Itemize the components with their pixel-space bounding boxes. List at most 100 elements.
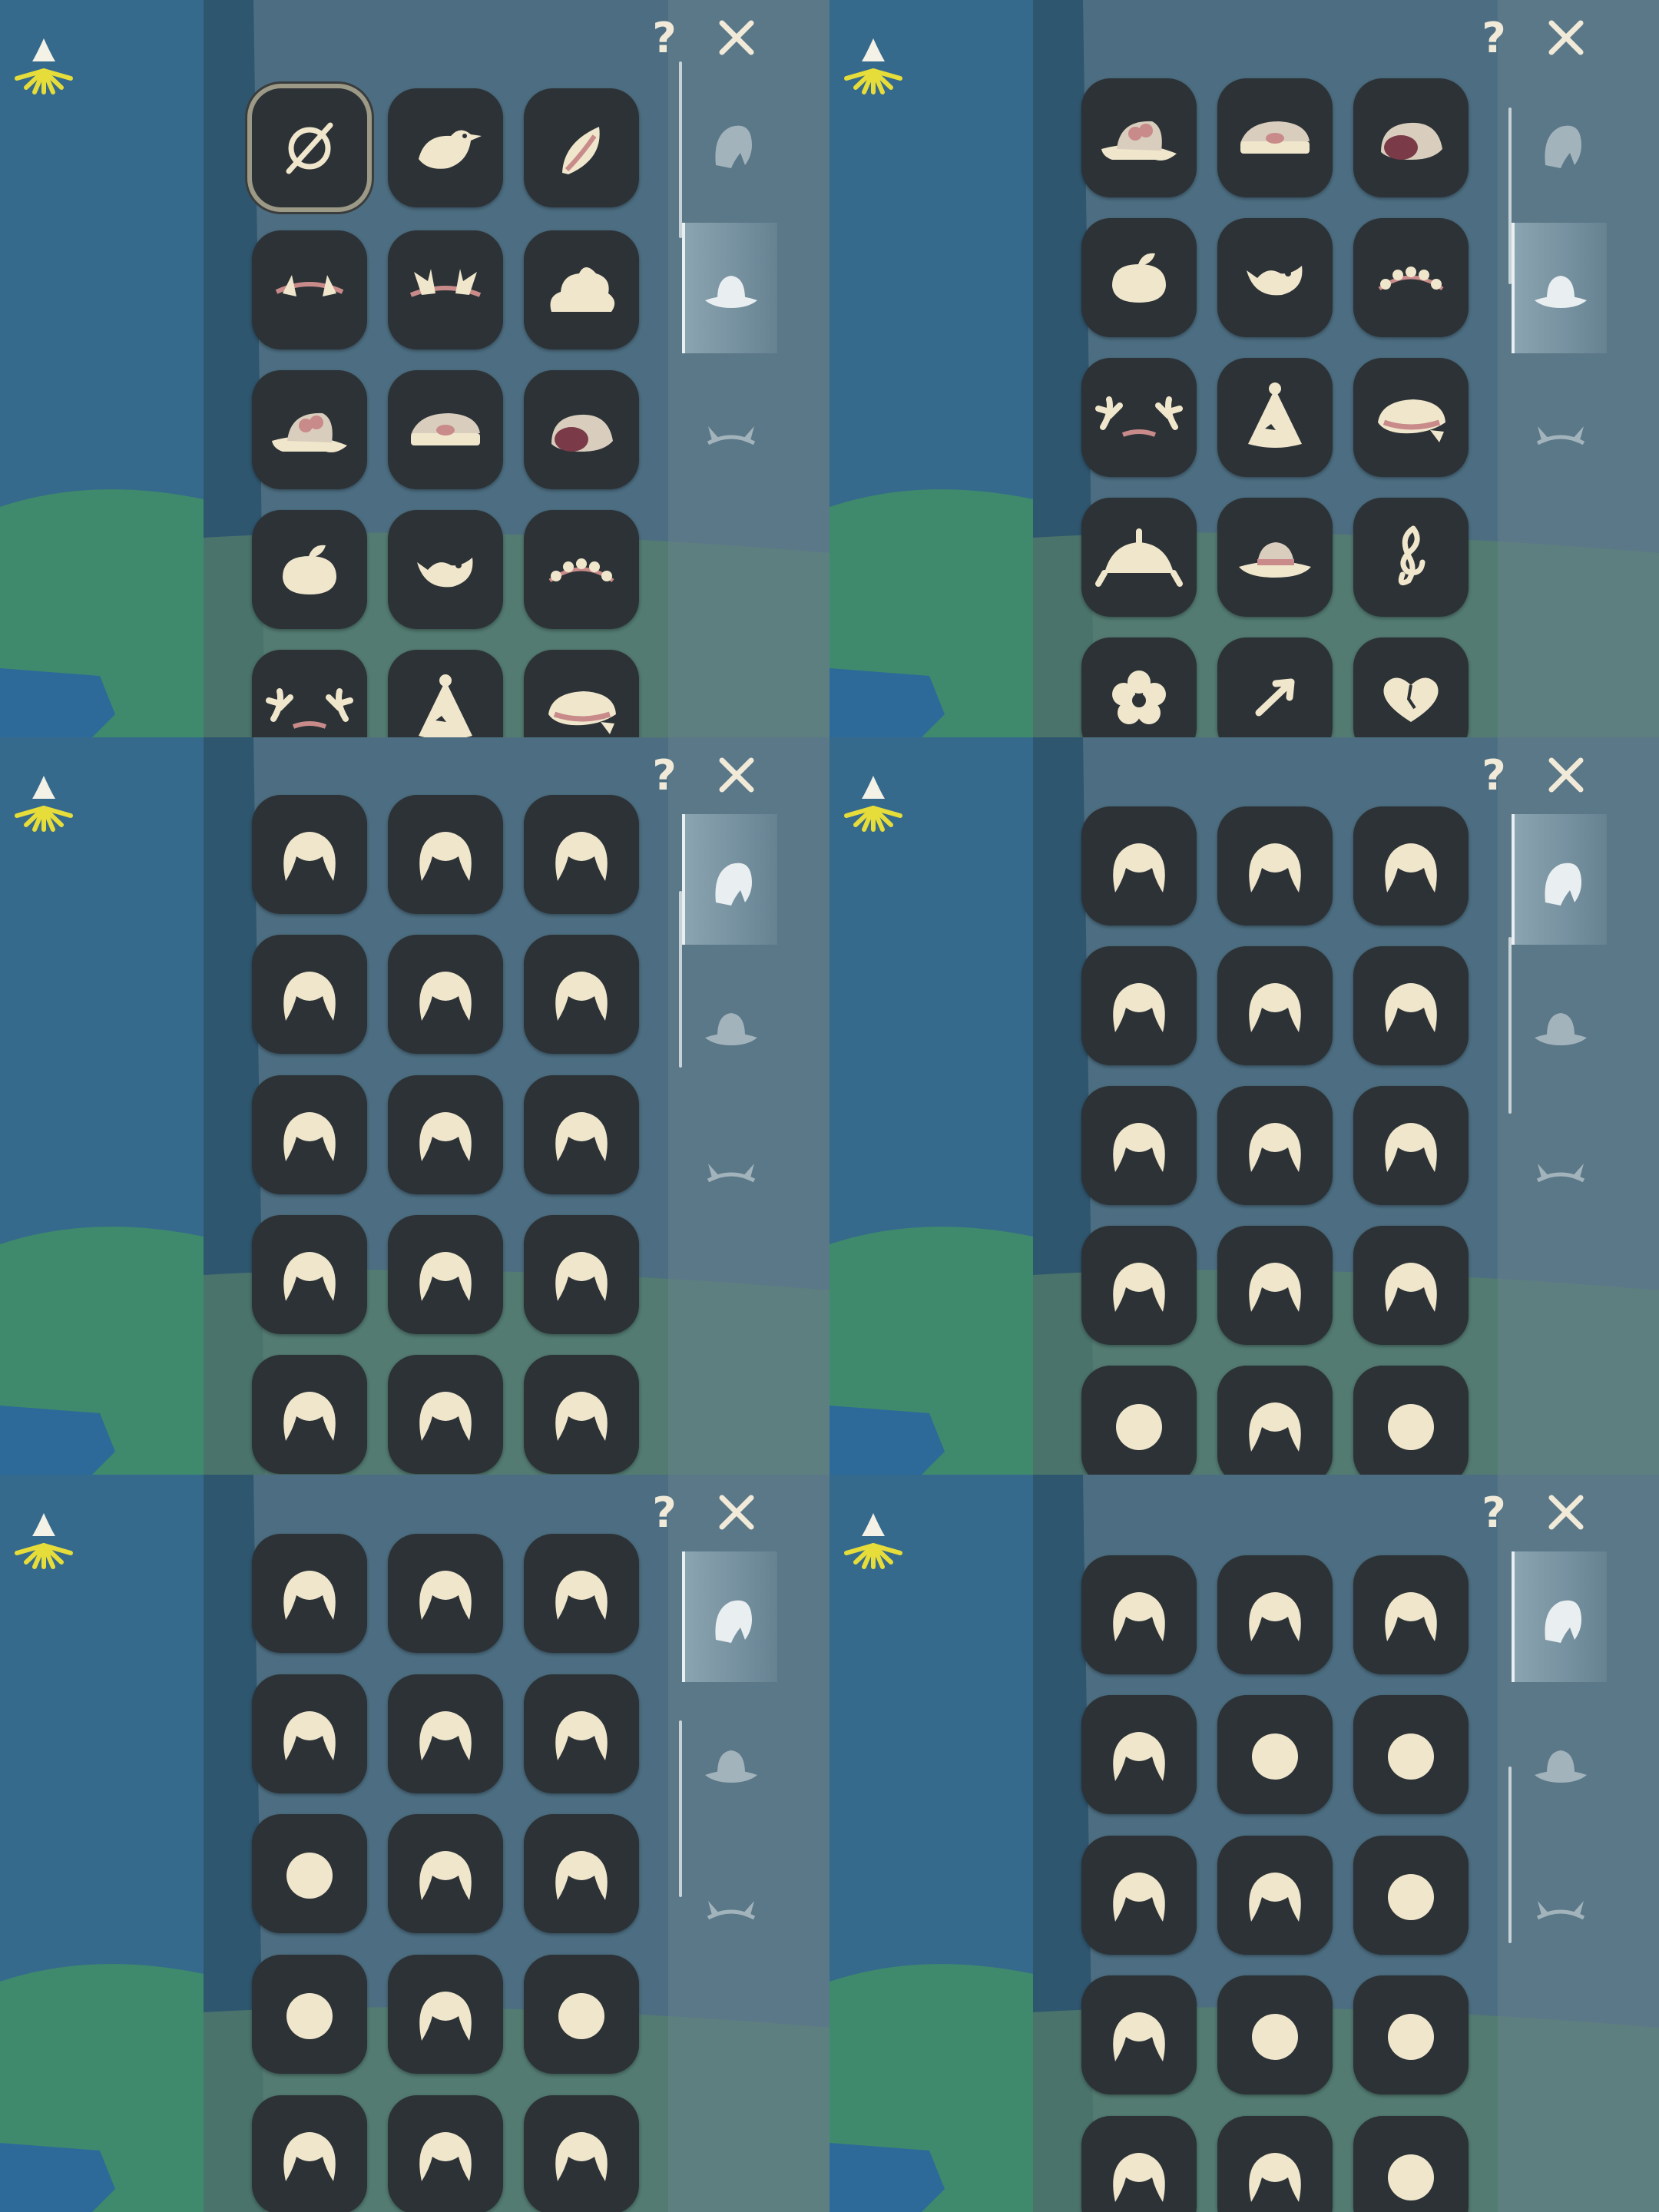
item-slot[interactable] — [1081, 1086, 1197, 1205]
item-slot[interactable] — [524, 2095, 639, 2212]
item-slot[interactable] — [388, 1075, 503, 1194]
hair-tab[interactable] — [1512, 77, 1607, 207]
item-slot[interactable] — [1353, 946, 1469, 1065]
item-slot[interactable] — [1353, 1366, 1469, 1475]
item-slot[interactable] — [524, 370, 639, 489]
item-slot[interactable] — [1081, 1836, 1197, 1955]
item-slot[interactable] — [252, 1075, 367, 1194]
item-slot[interactable] — [252, 935, 367, 1054]
hat-tab[interactable] — [682, 223, 777, 353]
item-slot[interactable] — [524, 510, 639, 629]
item-slot[interactable] — [1081, 946, 1197, 1065]
hat-tab[interactable] — [682, 960, 777, 1091]
item-slot[interactable] — [388, 230, 503, 349]
item-slot[interactable] — [252, 1674, 367, 1793]
item-slot[interactable] — [388, 2095, 503, 2212]
scrollbar[interactable] — [1508, 937, 1512, 1114]
item-slot[interactable] — [524, 1534, 639, 1653]
item-slot[interactable] — [388, 1355, 503, 1474]
item-slot[interactable] — [252, 650, 367, 737]
item-slot[interactable] — [1081, 2116, 1197, 2212]
item-slot[interactable] — [1217, 1836, 1333, 1955]
item-slot[interactable] — [524, 795, 639, 914]
item-slot[interactable] — [524, 1075, 639, 1194]
item-slot[interactable] — [388, 1674, 503, 1793]
item-slot[interactable] — [252, 1955, 367, 2074]
item-slot[interactable] — [1353, 637, 1469, 737]
scrollbar[interactable] — [1508, 108, 1512, 284]
item-slot[interactable] — [1081, 78, 1197, 197]
horn-tab[interactable] — [1512, 369, 1607, 499]
item-slot[interactable] — [524, 650, 639, 737]
item-slot[interactable] — [388, 1215, 503, 1334]
item-slot[interactable] — [1217, 946, 1333, 1065]
item-slot[interactable] — [1081, 637, 1197, 737]
item-slot[interactable] — [388, 1955, 503, 2074]
hair-tab[interactable] — [682, 1551, 777, 1682]
item-slot[interactable] — [1353, 1555, 1469, 1674]
scrollbar[interactable] — [679, 891, 682, 1068]
item-slot[interactable] — [1217, 1226, 1333, 1345]
item-slot[interactable] — [524, 1215, 639, 1334]
item-slot[interactable] — [1081, 218, 1197, 337]
item-slot[interactable] — [1217, 358, 1333, 477]
item-slot[interactable] — [1353, 358, 1469, 477]
item-slot[interactable] — [1353, 78, 1469, 197]
wing-light-icon[interactable] — [9, 768, 78, 837]
item-slot[interactable] — [1353, 218, 1469, 337]
item-slot[interactable] — [524, 1955, 639, 2074]
scrollbar[interactable] — [679, 61, 682, 238]
wing-light-icon[interactable] — [839, 768, 908, 837]
item-slot[interactable] — [1081, 1695, 1197, 1814]
item-slot[interactable] — [1217, 637, 1333, 737]
item-slot[interactable] — [252, 370, 367, 489]
item-slot[interactable] — [1353, 1086, 1469, 1205]
item-slot[interactable] — [1217, 1695, 1333, 1814]
item-slot[interactable] — [388, 935, 503, 1054]
scrollbar[interactable] — [1508, 1767, 1512, 1943]
item-slot[interactable] — [252, 795, 367, 914]
item-slot[interactable] — [388, 88, 503, 207]
item-slot[interactable] — [524, 88, 639, 207]
item-slot[interactable] — [524, 1355, 639, 1474]
wing-light-icon[interactable] — [9, 1505, 78, 1575]
item-slot[interactable] — [252, 1814, 367, 1933]
wing-light-icon[interactable] — [839, 31, 908, 100]
item-slot[interactable] — [1217, 806, 1333, 926]
item-slot[interactable] — [1217, 218, 1333, 337]
item-slot[interactable] — [252, 510, 367, 629]
item-slot[interactable] — [252, 1534, 367, 1653]
hair-tab[interactable] — [682, 77, 777, 207]
hat-tab[interactable] — [1512, 223, 1607, 353]
item-slot[interactable] — [1353, 1975, 1469, 2094]
scrollbar[interactable] — [679, 1720, 682, 1897]
item-slot[interactable] — [1353, 498, 1469, 617]
item-slot[interactable] — [388, 370, 503, 489]
item-slot[interactable] — [1217, 1975, 1333, 2094]
hair-tab[interactable] — [682, 814, 777, 945]
hair-tab[interactable] — [1512, 814, 1607, 945]
horn-tab[interactable] — [682, 369, 777, 499]
item-slot[interactable] — [1353, 806, 1469, 926]
item-slot[interactable] — [1217, 1086, 1333, 1205]
item-slot[interactable] — [1353, 1226, 1469, 1345]
item-slot[interactable] — [388, 1814, 503, 1933]
wing-light-icon[interactable] — [9, 31, 78, 100]
hat-tab[interactable] — [682, 1697, 777, 1828]
item-slot[interactable] — [524, 935, 639, 1054]
item-slot[interactable] — [388, 795, 503, 914]
horn-tab[interactable] — [1512, 1106, 1607, 1237]
item-slot[interactable] — [252, 1355, 367, 1474]
wing-light-icon[interactable] — [839, 1505, 908, 1575]
item-slot[interactable] — [1081, 1366, 1197, 1475]
item-slot[interactable] — [1081, 1555, 1197, 1674]
hat-tab[interactable] — [1512, 1697, 1607, 1828]
item-slot[interactable] — [388, 650, 503, 737]
item-slot[interactable] — [1217, 2116, 1333, 2212]
item-slot[interactable] — [524, 1814, 639, 1933]
item-slot[interactable] — [1353, 1836, 1469, 1955]
item-slot[interactable] — [252, 230, 367, 349]
item-slot[interactable] — [1081, 1226, 1197, 1345]
item-slot[interactable] — [388, 510, 503, 629]
item-slot[interactable] — [1353, 1695, 1469, 1814]
